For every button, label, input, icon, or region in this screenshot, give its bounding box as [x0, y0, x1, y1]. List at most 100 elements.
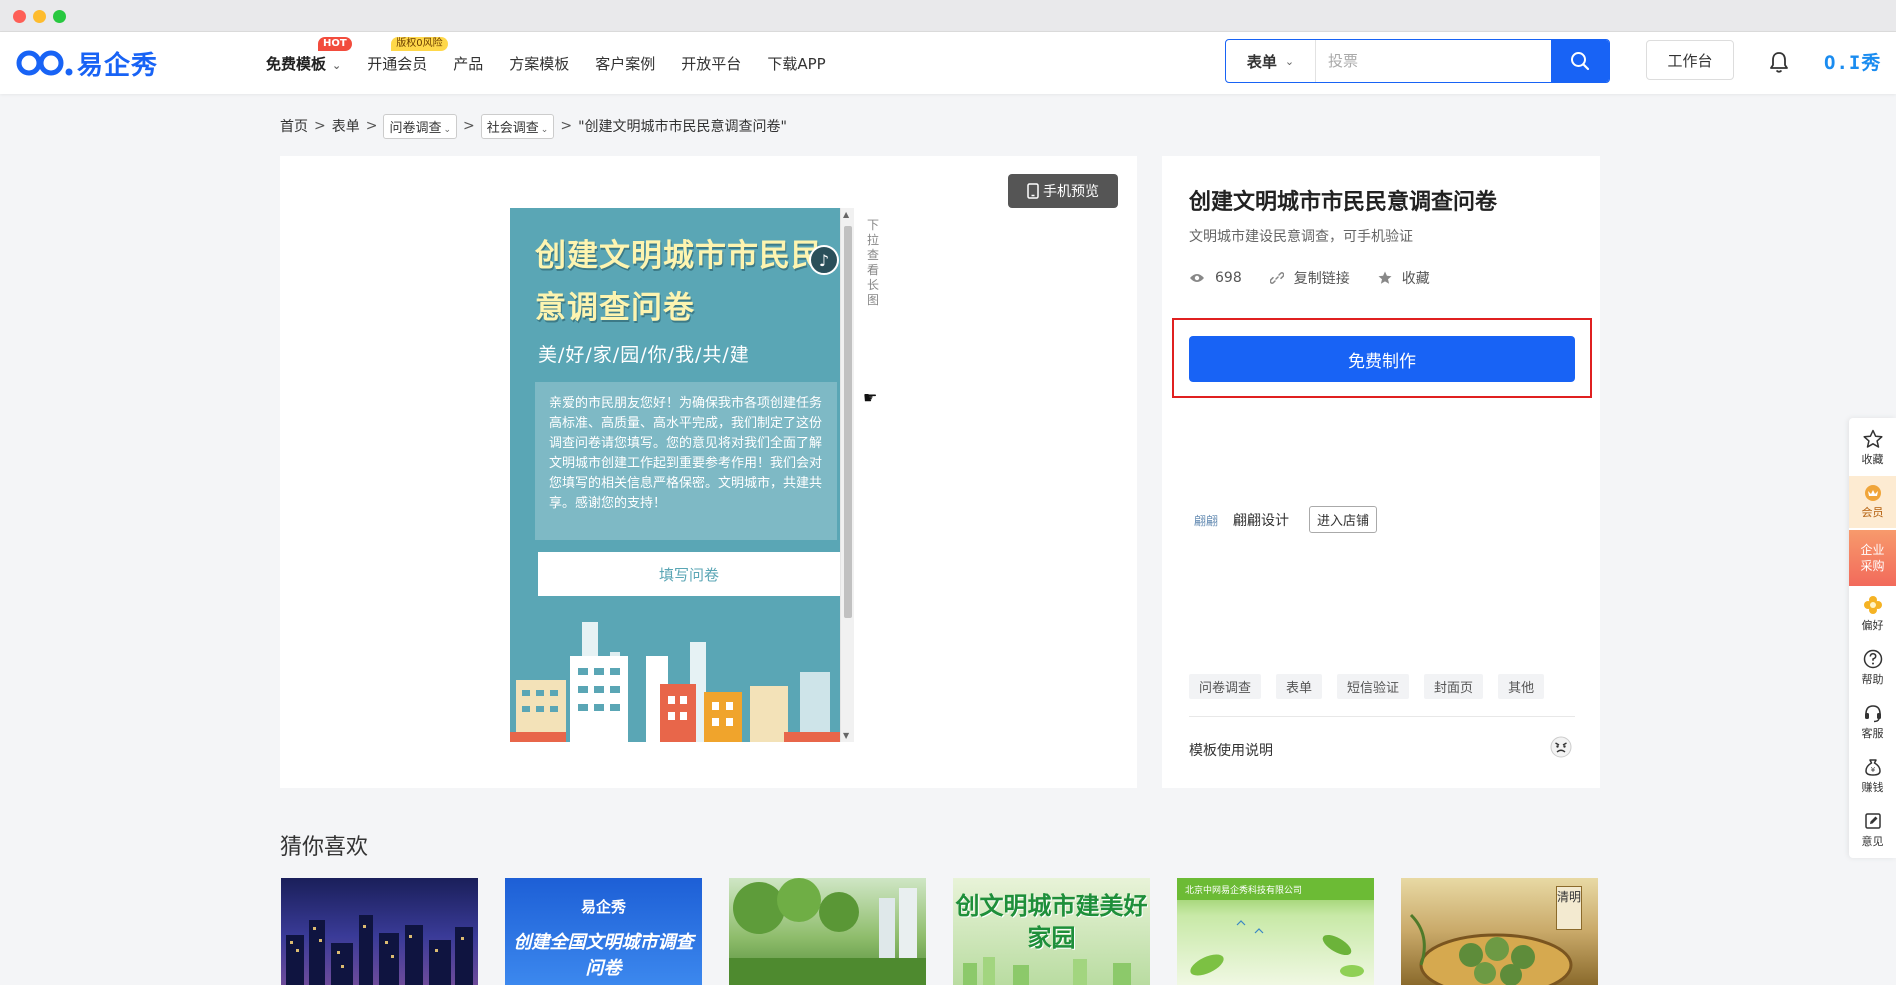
- edit-icon: [1864, 813, 1881, 829]
- breadcrumb-subcategory-dropdown[interactable]: 社会调查 ⌄: [480, 113, 555, 139]
- recommended-template-card[interactable]: 创文明城市建美好家园: [953, 878, 1150, 985]
- crown-icon: [1864, 485, 1881, 501]
- phone-icon: [1027, 183, 1039, 199]
- svg-text:翩翩: 翩翩: [1194, 513, 1218, 528]
- recommended-template-card[interactable]: [729, 878, 926, 985]
- phone-preview-screen[interactable]: 创建文明城市市民民意调查问卷 ♪ 美/好/家/园/你/我/共/建 亲爱的市民朋友…: [510, 208, 840, 742]
- sidebar-favorite[interactable]: 收藏: [1849, 422, 1896, 474]
- template-usage-guide-link[interactable]: 模板使用说明: [1189, 740, 1273, 760]
- copyright-badge: 版权0风险: [391, 36, 448, 51]
- sidebar-vip[interactable]: 会员: [1849, 476, 1896, 528]
- question-circle-icon: [1863, 649, 1882, 669]
- nav-free-templates[interactable]: HOT 免费模板 ⌄: [266, 36, 352, 74]
- card-company-bar: 北京中网易企秀科技有限公司: [1177, 878, 1374, 900]
- breadcrumb-subcategory-label: 社会调查: [486, 120, 539, 136]
- template-description: 文明城市建设民意调查，可手机验证: [1189, 229, 1413, 245]
- scroll-down-arrow-icon[interactable]: ▼: [843, 731, 849, 740]
- green-city-image: [963, 957, 1131, 985]
- minimize-window-button[interactable]: [33, 10, 46, 23]
- flower-icon: [1863, 596, 1882, 614]
- chevron-down-icon: ⌄: [332, 58, 342, 72]
- brand-mini-logo[interactable]: O.I秀: [1824, 48, 1881, 75]
- breadcrumb-separator: >: [314, 118, 326, 134]
- sidebar-favorite-label: 收藏: [1861, 453, 1884, 466]
- nav-free-templates-label: 免费模板: [266, 54, 327, 73]
- breadcrumb-category-dropdown[interactable]: 问卷调查 ⌄: [383, 113, 458, 139]
- maximize-window-button[interactable]: [53, 10, 66, 23]
- usage-toggle-button[interactable]: [1550, 736, 1572, 762]
- notification-button[interactable]: [1768, 50, 1790, 78]
- template-tags: 问卷调查 表单 短信验证 封面页 其他: [1189, 674, 1559, 699]
- tag-other[interactable]: 其他: [1498, 674, 1545, 699]
- logo-icon: [16, 50, 73, 76]
- phone-title: 创建文明城市市民民意调查问卷: [535, 238, 823, 326]
- music-note-icon[interactable]: ♪: [809, 245, 839, 275]
- breadcrumb-form[interactable]: 表单: [332, 116, 360, 136]
- nav-customer-cases[interactable]: 客户案例: [595, 53, 655, 74]
- tag-survey[interactable]: 问卷调查: [1189, 674, 1262, 699]
- template-info-panel: 创建文明城市市民民意调查问卷 文明城市建设民意调查，可手机验证 698 复制链接…: [1162, 156, 1600, 788]
- free-make-button[interactable]: 免费制作: [1189, 336, 1575, 382]
- nav-solution-templates[interactable]: 方案模板: [509, 53, 569, 74]
- mobile-preview-label: 手机预览: [1043, 184, 1099, 200]
- site-logo[interactable]: 易企秀: [15, 46, 158, 81]
- bell-icon: [1770, 52, 1788, 73]
- view-count: 698: [1189, 270, 1242, 286]
- chevron-down-icon: ⌄: [1284, 54, 1295, 68]
- recommended-template-card[interactable]: 北京中网易企秀科技有限公司: [1177, 878, 1374, 985]
- search-button[interactable]: [1551, 40, 1609, 82]
- hot-badge: HOT: [318, 36, 352, 51]
- search-icon: [1571, 52, 1590, 71]
- preview-scrollbar[interactable]: ▲ ▼: [840, 208, 854, 742]
- svg-text:¥: ¥: [1870, 766, 1875, 774]
- sidebar-earn-money-label: 赚钱: [1861, 781, 1884, 794]
- sidebar-preference[interactable]: 偏好: [1849, 588, 1896, 640]
- workbench-button[interactable]: 工作台: [1646, 40, 1734, 80]
- enter-shop-button[interactable]: 进入店铺: [1309, 506, 1378, 533]
- sidebar-vip-label: 会员: [1861, 506, 1884, 519]
- eye-icon: [1190, 274, 1204, 282]
- search-input[interactable]: [1316, 40, 1551, 82]
- breadcrumb-home[interactable]: 首页: [280, 116, 308, 136]
- nav-products[interactable]: 产品: [453, 53, 483, 74]
- copy-link-button[interactable]: 复制链接: [1269, 268, 1350, 288]
- star-outline-icon: [1862, 429, 1883, 448]
- favorite-button[interactable]: 收藏: [1378, 268, 1430, 288]
- tag-form[interactable]: 表单: [1276, 674, 1323, 699]
- recommended-template-card[interactable]: [281, 878, 478, 985]
- fill-survey-button[interactable]: 填写问卷: [538, 552, 840, 596]
- floating-sidebar: 收藏 会员 企业采购 偏好 帮助 客服 ¥ 赚钱 意见: [1849, 418, 1896, 858]
- sidebar-feedback[interactable]: 意见: [1849, 804, 1896, 856]
- search-type-label: 表单: [1246, 52, 1277, 71]
- nav-membership[interactable]: 版权0风险 开通会员: [367, 36, 448, 74]
- phone-subtitle: 美/好/家/园/你/我/共/建: [538, 344, 750, 366]
- view-count-value: 698: [1215, 270, 1242, 286]
- sidebar-help[interactable]: 帮助: [1849, 642, 1896, 694]
- designer-logo[interactable]: 翩翩: [1189, 509, 1223, 530]
- hand-cursor-icon: ☛: [863, 388, 878, 407]
- park-city-image: [729, 878, 926, 985]
- leaves-image: [1190, 920, 1364, 977]
- sidebar-enterprise-label: 企业采购: [1860, 543, 1885, 573]
- tag-sms-verify[interactable]: 短信验证: [1337, 674, 1410, 699]
- recommended-template-card[interactable]: 易企秀 创建全国文明城市调查问卷: [505, 878, 702, 985]
- guess-you-like-heading: 猜你喜欢: [280, 835, 369, 860]
- mobile-preview-button[interactable]: 手机预览: [1008, 174, 1118, 208]
- card-title: 创文明城市建美好家园: [955, 892, 1148, 952]
- sidebar-earn-money[interactable]: ¥ 赚钱: [1849, 750, 1896, 802]
- nav-open-platform[interactable]: 开放平台: [681, 53, 741, 74]
- chevron-down-icon: ⌄: [540, 124, 549, 135]
- scroll-up-arrow-icon[interactable]: ▲: [843, 210, 849, 219]
- tag-cover-page[interactable]: 封面页: [1424, 674, 1484, 699]
- sidebar-feedback-label: 意见: [1861, 835, 1884, 848]
- sidebar-customer-service[interactable]: 客服: [1849, 696, 1896, 748]
- search-type-dropdown[interactable]: 表单 ⌄: [1226, 40, 1316, 82]
- link-icon: [1269, 272, 1284, 284]
- breadcrumb-separator: >: [365, 118, 378, 134]
- close-window-button[interactable]: [13, 10, 26, 23]
- recommended-template-card[interactable]: 清明: [1401, 878, 1598, 985]
- scrollbar-thumb[interactable]: [844, 226, 852, 619]
- sidebar-enterprise-purchase[interactable]: 企业采购: [1849, 530, 1896, 586]
- nav-download-app[interactable]: 下载APP: [767, 53, 825, 74]
- designer-name[interactable]: 翩翩设计: [1233, 510, 1289, 530]
